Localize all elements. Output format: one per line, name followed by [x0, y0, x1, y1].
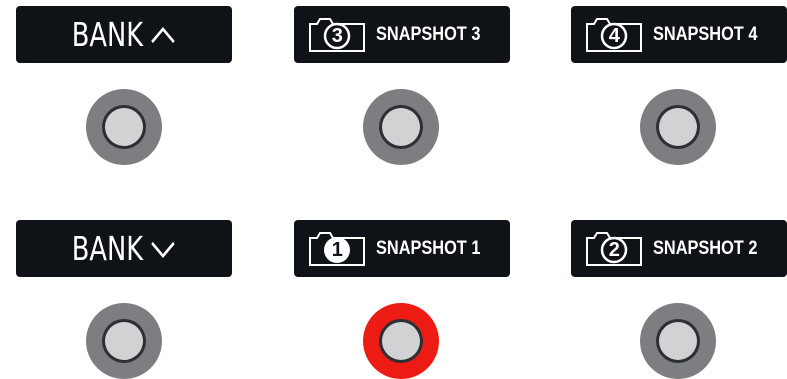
- snapshot-3-number: 3: [331, 25, 343, 47]
- footswitch-cap: [105, 322, 143, 360]
- snapshot-1-display: 1 SNAPSHOT 1: [294, 220, 510, 277]
- footswitch-bank-up[interactable]: [86, 89, 162, 165]
- snapshot-4-number: 4: [608, 25, 620, 47]
- footswitch-snapshot-1[interactable]: [363, 303, 439, 379]
- chevron-down-icon: [151, 241, 175, 258]
- camera-icon: 2: [583, 229, 645, 268]
- footswitch-snapshot-3[interactable]: [363, 89, 439, 165]
- bank-up-label: BANK: [71, 15, 144, 54]
- snapshot-4-display: 4 SNAPSHOT 4: [571, 6, 787, 63]
- footswitch-cap: [659, 322, 697, 360]
- bank-down-display: BANK: [16, 220, 232, 277]
- footswitch-cap: [659, 108, 697, 146]
- footswitch-cap: [382, 108, 420, 146]
- camera-icon: 1: [306, 229, 368, 268]
- footswitch-snapshot-2[interactable]: [640, 303, 716, 379]
- snapshot-2-display: 2 SNAPSHOT 2: [571, 220, 787, 277]
- footswitch-cap: [382, 322, 420, 360]
- snapshot-1-label: SNAPSHOT 1: [376, 237, 481, 259]
- footswitch-bank-down[interactable]: [86, 303, 162, 379]
- snapshot-2-number: 2: [608, 239, 620, 261]
- snapshot-2-label: SNAPSHOT 2: [653, 237, 758, 259]
- footswitch-snapshot-4[interactable]: [640, 89, 716, 165]
- bank-up-display: BANK: [16, 6, 232, 63]
- chevron-up-icon: [151, 26, 175, 43]
- snapshot-1-number: 1: [331, 239, 343, 261]
- snapshot-3-label: SNAPSHOT 3: [376, 23, 481, 45]
- footswitch-cap: [105, 108, 143, 146]
- snapshot-4-label: SNAPSHOT 4: [653, 23, 758, 45]
- snapshot-3-display: 3 SNAPSHOT 3: [294, 6, 510, 63]
- camera-icon: 4: [583, 15, 645, 54]
- camera-icon: 3: [306, 15, 368, 54]
- bank-down-label: BANK: [71, 229, 144, 268]
